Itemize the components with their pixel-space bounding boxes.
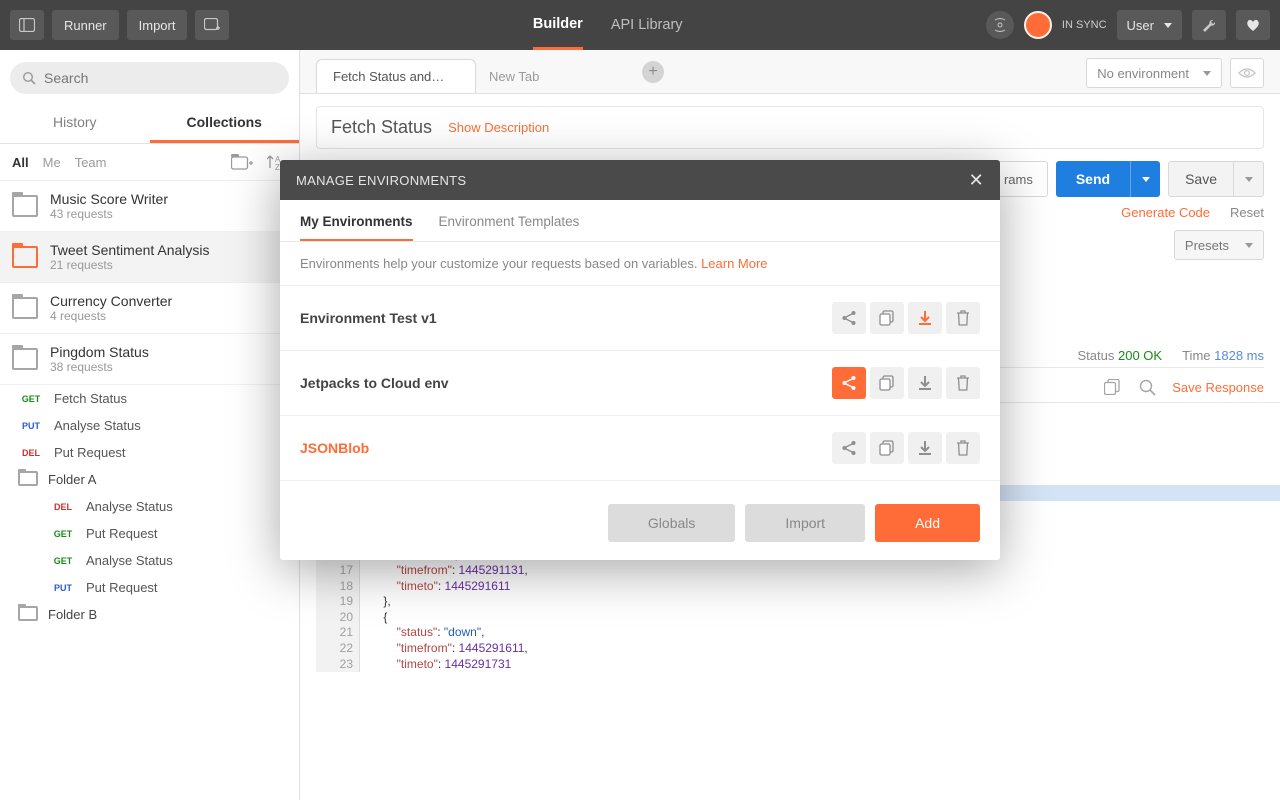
favorite-button[interactable] [1236, 10, 1270, 40]
environment-name: Jetpacks to Cloud env [300, 375, 449, 391]
duplicate-env-button[interactable] [870, 432, 904, 464]
trash-icon [956, 440, 970, 456]
user-dropdown[interactable]: User [1117, 10, 1182, 40]
environment-row[interactable]: JSONBlob [280, 416, 1000, 481]
settings-button[interactable] [1192, 10, 1226, 40]
close-icon[interactable]: ✕ [969, 170, 984, 191]
download-env-button[interactable] [908, 367, 942, 399]
runner-button[interactable]: Runner [52, 10, 119, 40]
download-icon [917, 375, 933, 391]
duplicate-icon [879, 440, 895, 456]
download-env-button[interactable] [908, 302, 942, 334]
globals-button[interactable]: Globals [608, 504, 735, 542]
share-env-button[interactable] [832, 302, 866, 334]
import-env-button[interactable]: Import [745, 504, 865, 542]
environment-actions [832, 302, 980, 334]
modal-info-text: Environments help your customize your re… [300, 256, 697, 271]
modal-tabs: My Environments Environment Templates [280, 200, 1000, 242]
trash-icon [956, 375, 970, 391]
duplicate-env-button[interactable] [870, 302, 904, 334]
sync-indicator[interactable] [1024, 11, 1052, 39]
modal-overlay: MANAGE ENVIRONMENTS ✕ My Environments En… [0, 50, 1280, 800]
import-button[interactable]: Import [127, 10, 188, 40]
environment-row[interactable]: Jetpacks to Cloud env [280, 351, 1000, 416]
download-icon [917, 440, 933, 456]
download-env-button[interactable] [908, 432, 942, 464]
activity-button[interactable] [986, 11, 1014, 39]
topbar: Runner Import Builder API Library IN SYN… [0, 0, 1280, 50]
window-plus-icon [204, 18, 220, 32]
environment-actions [832, 432, 980, 464]
download-icon [917, 310, 933, 326]
heart-icon [1245, 18, 1261, 32]
share-icon [841, 310, 857, 326]
tab-builder[interactable]: Builder [533, 0, 583, 50]
environment-row[interactable]: Environment Test v1 [280, 286, 1000, 351]
environment-actions [832, 367, 980, 399]
duplicate-icon [879, 375, 895, 391]
topbar-right: IN SYNC User [986, 10, 1270, 40]
share-env-button[interactable] [832, 432, 866, 464]
topbar-center: Builder API Library [237, 0, 977, 50]
modal-tab-templates[interactable]: Environment Templates [439, 214, 580, 241]
chevron-down-icon [1164, 23, 1172, 28]
trash-icon [956, 310, 970, 326]
share-icon [841, 375, 857, 391]
panel-icon [19, 18, 35, 32]
sidebar-toggle-button[interactable] [10, 10, 44, 40]
user-label: User [1127, 18, 1154, 33]
sync-label: IN SYNC [1062, 19, 1107, 31]
environment-name: Environment Test v1 [300, 310, 437, 326]
environment-name: JSONBlob [300, 440, 369, 456]
modal-title: MANAGE ENVIRONMENTS [296, 173, 466, 188]
duplicate-icon [879, 310, 895, 326]
tab-api-library[interactable]: API Library [611, 0, 683, 50]
manage-environments-modal: MANAGE ENVIRONMENTS ✕ My Environments En… [280, 160, 1000, 560]
share-env-button[interactable] [832, 367, 866, 399]
satellite-icon [993, 18, 1007, 32]
share-icon [841, 440, 857, 456]
duplicate-env-button[interactable] [870, 367, 904, 399]
modal-info: Environments help your customize your re… [280, 242, 1000, 286]
modal-tab-my-environments[interactable]: My Environments [300, 214, 413, 241]
learn-more-link[interactable]: Learn More [701, 256, 767, 271]
delete-env-button[interactable] [946, 302, 980, 334]
modal-header: MANAGE ENVIRONMENTS ✕ [280, 160, 1000, 200]
new-window-button[interactable] [195, 10, 229, 40]
add-env-button[interactable]: Add [875, 504, 980, 542]
delete-env-button[interactable] [946, 367, 980, 399]
delete-env-button[interactable] [946, 432, 980, 464]
wrench-icon [1201, 18, 1217, 32]
modal-footer: Globals Import Add [280, 490, 1000, 560]
